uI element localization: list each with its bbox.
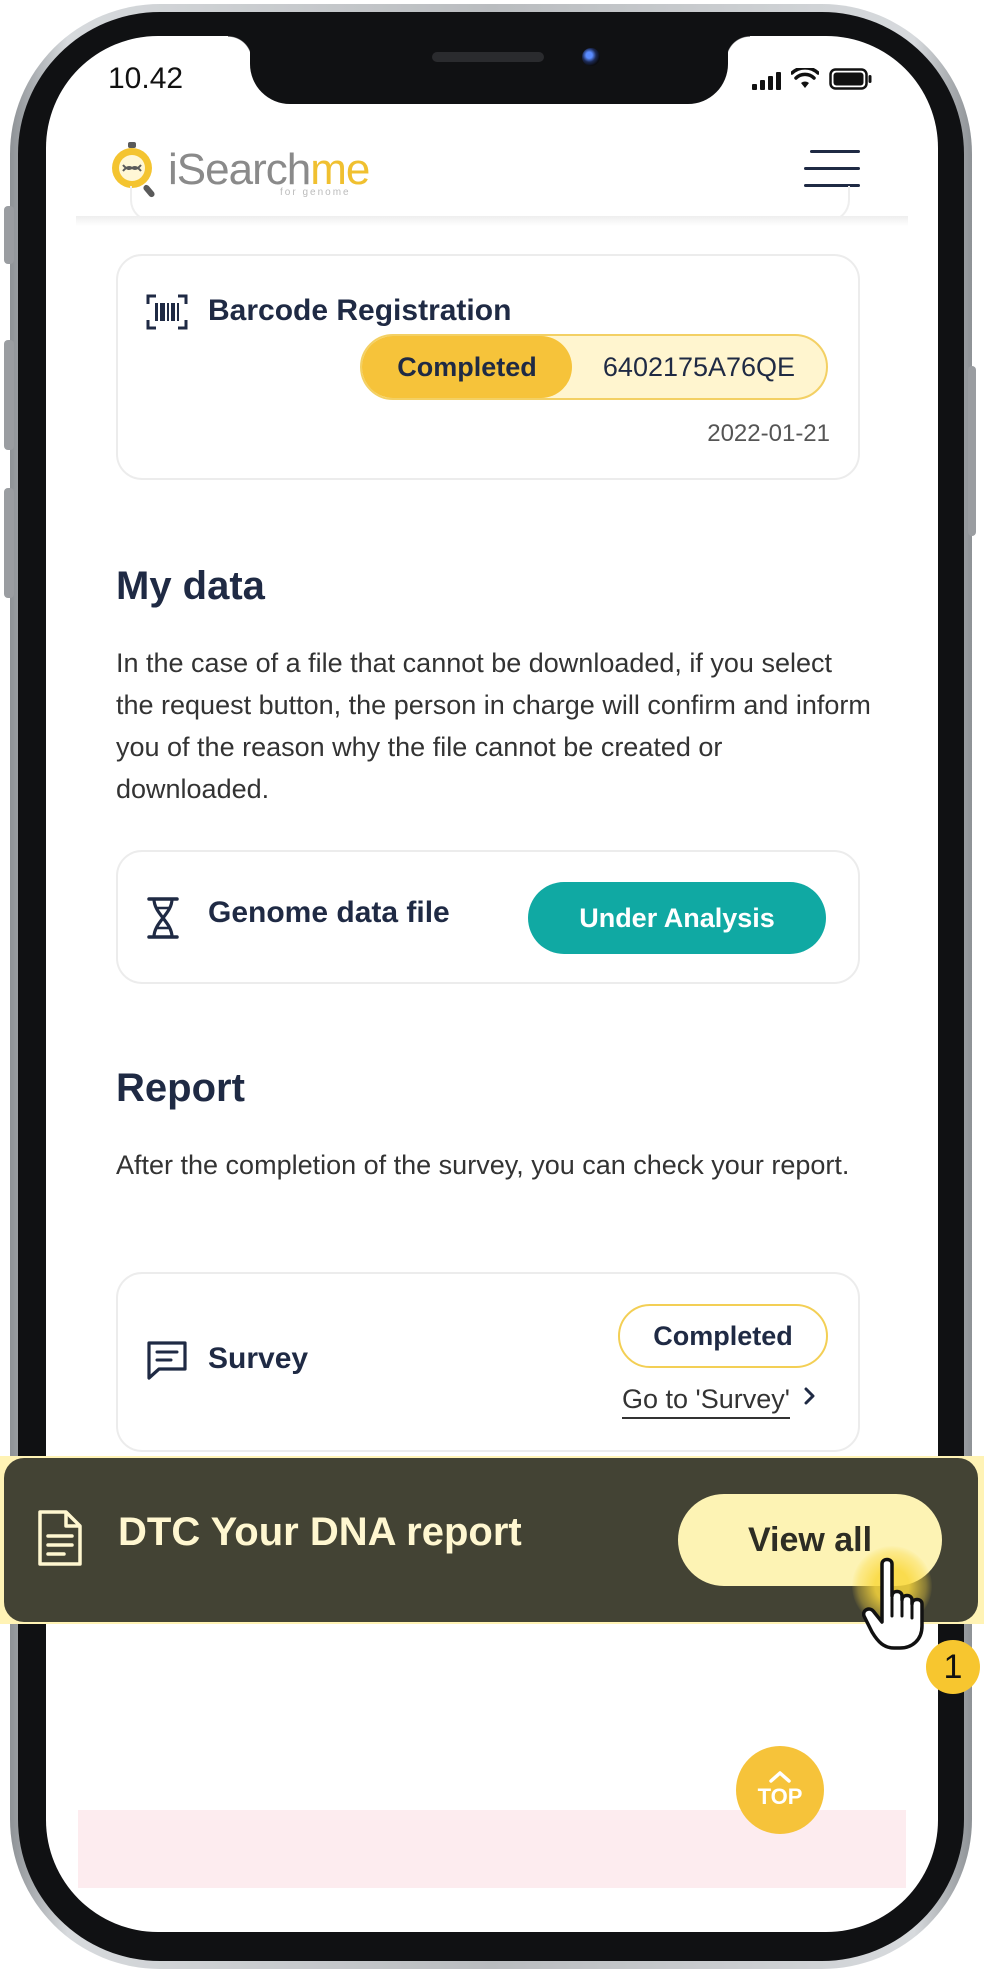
power-button xyxy=(968,366,976,536)
battery-icon xyxy=(829,68,872,90)
step-number-badge: 1 xyxy=(926,1640,980,1694)
signal-icon xyxy=(752,72,781,90)
barcode-status-pill: Completed 6402175A76QE xyxy=(360,334,828,400)
dna-report-title: DTC Your DNA report xyxy=(118,1510,522,1554)
volume-down-button xyxy=(4,488,14,598)
barcode-code: 6402175A76QE xyxy=(602,351,796,382)
notch xyxy=(250,36,728,104)
document-icon xyxy=(38,1510,82,1566)
survey-title: Survey xyxy=(208,1342,309,1375)
notch-corner xyxy=(726,36,750,60)
go-to-survey-link[interactable]: Go to 'Survey' xyxy=(622,1384,790,1419)
barcode-card-title: Barcode Registration xyxy=(208,294,512,327)
device-mockup: 10.42 iSearchme for genome Barcode Regis… xyxy=(0,0,984,1973)
chat-icon xyxy=(147,1341,187,1380)
notch-corner xyxy=(228,36,252,60)
scroll-top-button[interactable]: TOP xyxy=(736,1746,824,1834)
survey-card: Survey Completed Go to 'Survey' xyxy=(116,1272,860,1452)
genome-file-title: Genome data file xyxy=(208,896,450,929)
phone-screen: 10.42 iSearchme for genome Barcode Regis… xyxy=(46,36,938,1932)
report-title: Report xyxy=(116,1066,245,1110)
my-data-title: My data xyxy=(116,564,265,608)
front-camera xyxy=(582,48,600,66)
barcode-date: 2022-01-21 xyxy=(707,420,830,447)
hand-cursor-icon xyxy=(862,1557,924,1650)
status-icons xyxy=(752,68,873,90)
survey-status-badge: Completed xyxy=(618,1304,828,1368)
under-analysis-button[interactable]: Under Analysis xyxy=(528,882,826,954)
my-data-description: In the case of a file that cannot be dow… xyxy=(116,648,871,804)
status-time: 10.42 xyxy=(108,62,184,95)
scroll-top-label: TOP xyxy=(757,1784,803,1809)
chevron-right-icon[interactable] xyxy=(802,1384,818,1410)
chevron-up-icon xyxy=(769,1771,791,1783)
barcode-icon xyxy=(146,294,188,330)
dna-report-bar: DTC Your DNA report View all xyxy=(4,1458,978,1622)
speaker xyxy=(432,52,544,62)
dna-icon xyxy=(147,897,179,939)
barcode-registration-card: Barcode Registration Completed 6402175A7… xyxy=(116,254,860,480)
volume-up-button xyxy=(4,340,14,450)
barcode-status-badge: Completed xyxy=(362,336,572,398)
wifi-icon xyxy=(791,68,819,88)
header-shadow xyxy=(76,216,908,226)
mute-switch xyxy=(4,206,14,264)
report-description: After the completion of the survey, you … xyxy=(116,1150,850,1180)
genome-data-file-card: Genome data file Under Analysis xyxy=(116,850,860,984)
